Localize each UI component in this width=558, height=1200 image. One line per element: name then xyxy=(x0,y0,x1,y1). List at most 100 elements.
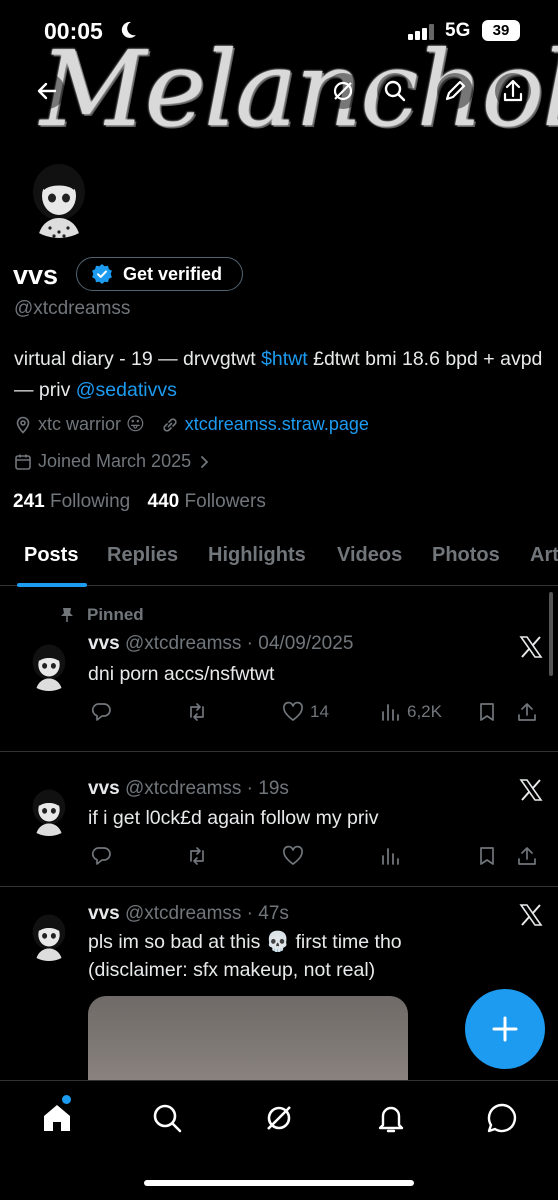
tab-highlights[interactable]: Highlights xyxy=(208,544,306,567)
post-actions xyxy=(88,843,548,869)
reply-button[interactable] xyxy=(90,843,112,869)
following-label: Following xyxy=(49,491,131,512)
tab-photos[interactable]: Photos xyxy=(432,544,500,567)
repost-icon xyxy=(190,703,204,721)
tab-replies[interactable]: Replies xyxy=(107,544,178,567)
verified-badge-icon xyxy=(92,264,112,284)
back-arrow-icon[interactable] xyxy=(28,72,66,110)
profile-meta-location-row: xtc warrior 😛 xtcdreamss.straw.page xyxy=(14,414,369,435)
profile-location: xtc warrior 😛 xyxy=(38,414,145,434)
followers-count: 440 xyxy=(147,491,180,512)
post-avatar[interactable] xyxy=(22,782,76,836)
doll-avatar-image xyxy=(16,152,102,238)
repost-button[interactable] xyxy=(186,843,208,869)
view-count: 6,2K xyxy=(407,702,442,721)
pinned-indicator: Pinned xyxy=(60,605,144,625)
post-item[interactable]: vvs @xtcdreamss · 19s if i get l0ck£d ag… xyxy=(0,752,558,887)
home-icon[interactable] xyxy=(40,1101,74,1135)
post-actions: 14 6,2K xyxy=(88,699,548,725)
like-button[interactable]: 14 xyxy=(282,699,329,725)
follow-counts: 241 Following 440 Followers xyxy=(13,491,266,513)
post-handle-date: @xtcdreamss · 04/09/2025 xyxy=(124,633,354,654)
views-button[interactable]: 6,2K xyxy=(379,699,442,725)
repost-button[interactable] xyxy=(186,699,208,725)
status-time: 00:05 xyxy=(44,18,103,44)
like-count: 14 xyxy=(310,702,329,721)
followers-label: Followers xyxy=(184,491,266,512)
bookmark-button[interactable] xyxy=(476,699,498,725)
bio-cashtag-link[interactable]: $htwt xyxy=(261,348,308,370)
followers-link[interactable]: 440 Followers xyxy=(148,491,266,512)
profile-joined-row[interactable]: Joined March 2025 xyxy=(14,451,217,472)
following-link[interactable]: 241 Following xyxy=(13,491,130,512)
plus-icon xyxy=(492,1016,518,1042)
battery-icon: 39 xyxy=(482,20,520,41)
repost-icon xyxy=(190,847,204,865)
home-indicator[interactable] xyxy=(144,1180,414,1186)
compose-button[interactable] xyxy=(465,989,545,1069)
views-bars-icon xyxy=(382,704,399,721)
reply-button[interactable] xyxy=(90,699,112,725)
reply-icon xyxy=(91,847,111,865)
share-icon[interactable] xyxy=(494,72,532,110)
heart-icon xyxy=(282,845,304,865)
search-icon[interactable] xyxy=(376,72,414,110)
heart-icon xyxy=(282,701,304,721)
pinned-label: Pinned xyxy=(87,605,144,624)
profile-avatar[interactable] xyxy=(12,148,106,242)
messages-icon[interactable] xyxy=(485,1101,519,1135)
status-bar: 00:05 5G 39 xyxy=(0,0,558,62)
share-icon xyxy=(518,703,536,721)
post-handle-date: @xtcdreamss · 47s xyxy=(124,903,289,924)
post-author-name[interactable]: vvs xyxy=(88,633,120,654)
doll-avatar-image xyxy=(22,782,76,836)
post-text-line: pls im so bad at this 💀 first time tho xyxy=(88,931,402,953)
x-logo-icon xyxy=(519,904,543,926)
notification-dot xyxy=(62,1095,71,1104)
get-verified-button[interactable]: Get verified xyxy=(76,257,243,291)
signal-icon xyxy=(408,24,434,40)
bookmark-icon xyxy=(480,703,494,721)
profile-name: vvs xyxy=(13,260,59,290)
tab-art[interactable]: Art xyxy=(530,544,558,567)
doll-avatar-image xyxy=(22,907,76,961)
post-avatar[interactable] xyxy=(22,907,76,961)
like-button[interactable] xyxy=(282,843,304,869)
post-author-name[interactable]: vvs xyxy=(88,903,120,924)
tab-videos[interactable]: Videos xyxy=(337,544,402,567)
profile-bio: virtual diary - 19 — drvvgtwt $htwt £dtw… xyxy=(14,344,544,406)
x-logo-icon xyxy=(519,779,543,801)
post-header: vvs @xtcdreamss · 19s xyxy=(88,778,289,800)
profile-website-link[interactable]: xtcdreamss.straw.page xyxy=(185,414,369,435)
post-text-line: (disclaimer: sfx makeup, not real) xyxy=(88,959,376,981)
profile-joined-date: Joined March 2025 xyxy=(38,451,192,471)
post-text: pls im so bad at this 💀 first time tho (… xyxy=(88,928,528,984)
grok-icon[interactable] xyxy=(262,1101,296,1135)
share-icon xyxy=(518,847,536,865)
x-logo-icon xyxy=(519,636,543,658)
post-avatar[interactable] xyxy=(22,637,76,691)
link-icon xyxy=(163,417,177,432)
views-button[interactable] xyxy=(379,843,401,869)
bio-mention-link[interactable]: @sedativvs xyxy=(76,379,177,401)
share-button[interactable] xyxy=(516,699,538,725)
post-item[interactable]: Pinned vvs @xtcdreamss · 04/09/2025 dni … xyxy=(0,587,558,752)
profile-tabs: Posts Replies Highlights Videos Photos A… xyxy=(0,530,558,587)
share-button[interactable] xyxy=(516,843,538,869)
post-author-name[interactable]: vvs xyxy=(88,778,120,799)
post-header: vvs @xtcdreamss · 04/09/2025 xyxy=(88,633,353,655)
bookmark-button[interactable] xyxy=(476,843,498,869)
location-pin-icon xyxy=(16,416,30,434)
profile-handle: @xtcdreamss xyxy=(14,298,131,319)
bio-text: virtual diary - 19 — drvvgtwt xyxy=(14,348,262,370)
bell-icon[interactable] xyxy=(374,1101,408,1135)
moon-icon xyxy=(121,21,136,38)
tab-posts[interactable]: Posts xyxy=(24,544,78,567)
post-text: dni porn accs/nsfwtwt xyxy=(88,663,275,685)
chevron-right-icon xyxy=(201,455,209,468)
following-count: 241 xyxy=(13,491,45,512)
edit-icon[interactable] xyxy=(436,72,474,110)
post-media-image[interactable] xyxy=(88,996,408,1086)
grok-icon[interactable] xyxy=(324,72,362,110)
search-icon[interactable] xyxy=(150,1101,184,1135)
